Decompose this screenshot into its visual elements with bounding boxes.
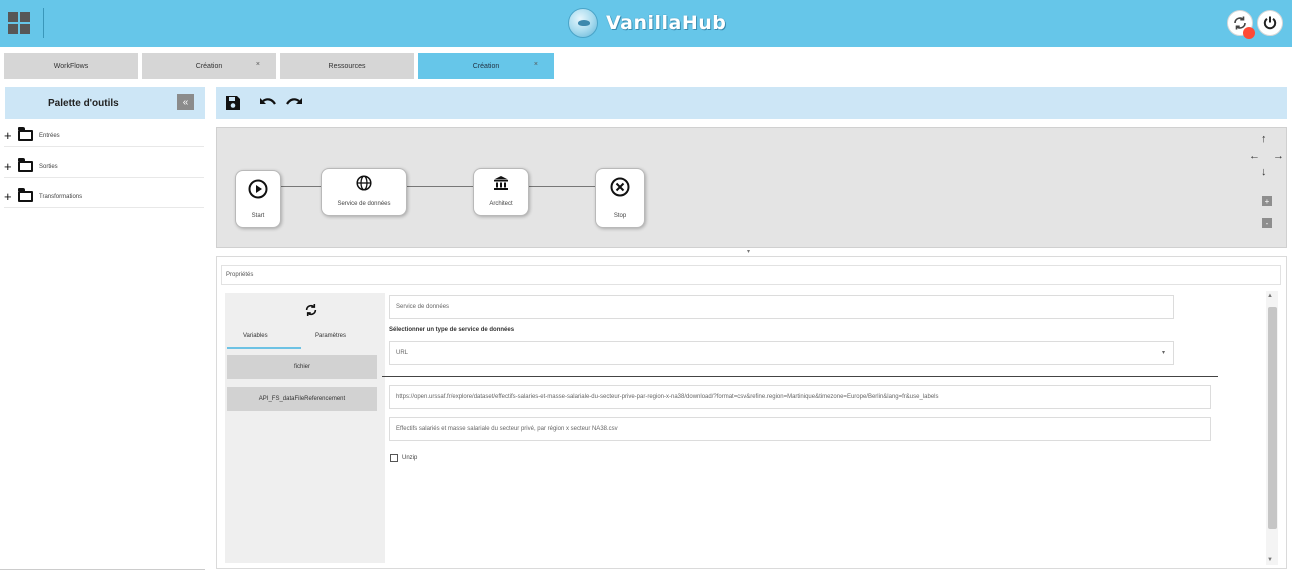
node-stop[interactable]: Stop xyxy=(595,168,645,228)
folder-icon xyxy=(18,127,33,141)
node-label: Architect xyxy=(489,201,513,207)
node-start[interactable]: Start xyxy=(235,170,281,228)
tab-parametres[interactable]: Paramètres xyxy=(315,333,346,339)
tab-label: WorkFlows xyxy=(53,62,89,70)
node-architect[interactable]: Architect xyxy=(473,168,529,216)
stop-icon xyxy=(610,177,630,197)
tab-creation-2[interactable]: Création × xyxy=(418,53,554,79)
close-tab-icon[interactable]: × xyxy=(534,61,538,68)
pan-up-icon[interactable]: ↑ xyxy=(1261,133,1267,145)
bank-icon xyxy=(494,176,508,190)
brand-name: VanillaHub xyxy=(606,12,727,34)
palette-title: Palette d'outils xyxy=(48,98,119,109)
node-label: Start xyxy=(251,213,265,219)
palette-item-label: Entrées xyxy=(39,132,60,139)
connector xyxy=(529,186,595,187)
palette-item-label: Sorties xyxy=(39,163,58,170)
divider xyxy=(0,569,205,570)
zoom-in-button[interactable]: + xyxy=(1262,196,1272,206)
description-input[interactable]: Effectifs salariés et masse salariale du… xyxy=(389,417,1211,441)
redo-icon xyxy=(286,98,302,105)
sync-button[interactable] xyxy=(1227,10,1255,39)
tab-variables[interactable]: Variables xyxy=(243,333,268,339)
active-tab-indicator xyxy=(227,347,301,349)
power-icon xyxy=(1263,16,1277,30)
palette-item-sorties[interactable]: + Sorties xyxy=(4,156,204,178)
app-header: VanillaHub xyxy=(0,0,1292,47)
palette-item-entrees[interactable]: + Entrées xyxy=(4,125,204,147)
divider xyxy=(382,376,1218,377)
palette-item-transformations[interactable]: + Transformations xyxy=(4,186,204,208)
tab-ressources[interactable]: Ressources xyxy=(280,53,414,79)
properties-header: Propriétés xyxy=(221,265,1281,285)
zoom-out-button[interactable]: - xyxy=(1262,218,1272,228)
collapse-icon: « xyxy=(182,96,189,108)
folder-icon xyxy=(18,188,33,202)
play-icon xyxy=(248,179,268,199)
selected-value: URL xyxy=(396,350,409,356)
chevron-down-icon: ▾ xyxy=(1161,350,1165,356)
tab-creation-1[interactable]: Création × xyxy=(142,53,276,79)
node-service-donnees[interactable]: Service de données xyxy=(321,168,407,216)
checkbox-label: Unzip xyxy=(402,455,418,461)
expand-icon[interactable]: + xyxy=(4,129,16,142)
undo-icon xyxy=(260,98,276,105)
header-separator xyxy=(43,8,44,38)
brand-logo-icon xyxy=(568,8,598,38)
scroll-down-icon[interactable]: ▼ xyxy=(1267,557,1273,563)
properties-title: Propriétés xyxy=(226,272,254,278)
properties-panel: Propriétés Variables Paramètres fichier … xyxy=(216,256,1287,569)
checkbox-box[interactable] xyxy=(390,454,398,462)
pan-right-icon[interactable]: → xyxy=(1273,150,1284,162)
pan-left-icon[interactable]: ← xyxy=(1249,150,1260,162)
notification-badge xyxy=(1243,27,1255,39)
tab-label: Création xyxy=(472,62,500,70)
scroll-up-icon[interactable]: ▲ xyxy=(1267,293,1273,299)
palette-header: Palette d'outils « xyxy=(5,87,205,119)
globe-icon xyxy=(356,175,372,191)
node-label: Stop xyxy=(613,213,627,219)
service-name-input[interactable]: Service de données xyxy=(389,295,1174,319)
scrollbar[interactable]: ▲ ▼ xyxy=(1266,291,1278,565)
app-grid-icon[interactable] xyxy=(8,12,32,34)
undo-button[interactable] xyxy=(258,95,278,111)
scroll-thumb[interactable] xyxy=(1268,307,1277,529)
save-icon xyxy=(226,96,240,110)
pan-down-icon[interactable]: ↓ xyxy=(1261,166,1267,178)
workflow-canvas[interactable]: Start Service de données Architect Stop … xyxy=(216,127,1287,248)
close-tab-icon[interactable]: × xyxy=(256,61,260,68)
node-label: Service de données xyxy=(337,201,391,207)
folder-icon xyxy=(18,158,33,172)
tab-label: Ressources xyxy=(328,62,366,70)
variable-item[interactable]: fichier xyxy=(227,355,377,379)
expand-icon[interactable]: + xyxy=(4,160,16,173)
zoom-in-label: + xyxy=(1264,196,1270,206)
brand: VanillaHub xyxy=(568,8,727,38)
tab-label: Création xyxy=(195,62,223,70)
service-type-label: Sélectionner un type de service de donné… xyxy=(389,327,515,333)
url-input[interactable]: https://open.urssaf.fr/explore/dataset/e… xyxy=(389,385,1211,409)
editor-toolbar xyxy=(216,87,1287,119)
tab-workflows[interactable]: WorkFlows xyxy=(4,53,138,79)
power-button[interactable] xyxy=(1257,10,1283,36)
refresh-icon[interactable] xyxy=(304,303,318,317)
service-type-select[interactable]: URL ▾ xyxy=(389,341,1174,365)
variables-sidebar: Variables Paramètres fichier API_FS_data… xyxy=(225,293,385,563)
resize-handle-icon[interactable]: ▾ xyxy=(747,248,750,255)
connector xyxy=(407,186,473,187)
zoom-out-label: - xyxy=(1265,218,1269,228)
palette-item-label: Transformations xyxy=(39,193,83,200)
unzip-checkbox[interactable]: Unzip xyxy=(390,454,417,462)
connector xyxy=(281,186,321,187)
expand-icon[interactable]: + xyxy=(4,190,16,203)
collapse-palette-button[interactable]: « xyxy=(177,94,194,110)
variable-item[interactable]: API_FS_dataFileReferencement xyxy=(227,387,377,411)
redo-button[interactable] xyxy=(284,95,304,111)
save-button[interactable] xyxy=(224,95,242,111)
